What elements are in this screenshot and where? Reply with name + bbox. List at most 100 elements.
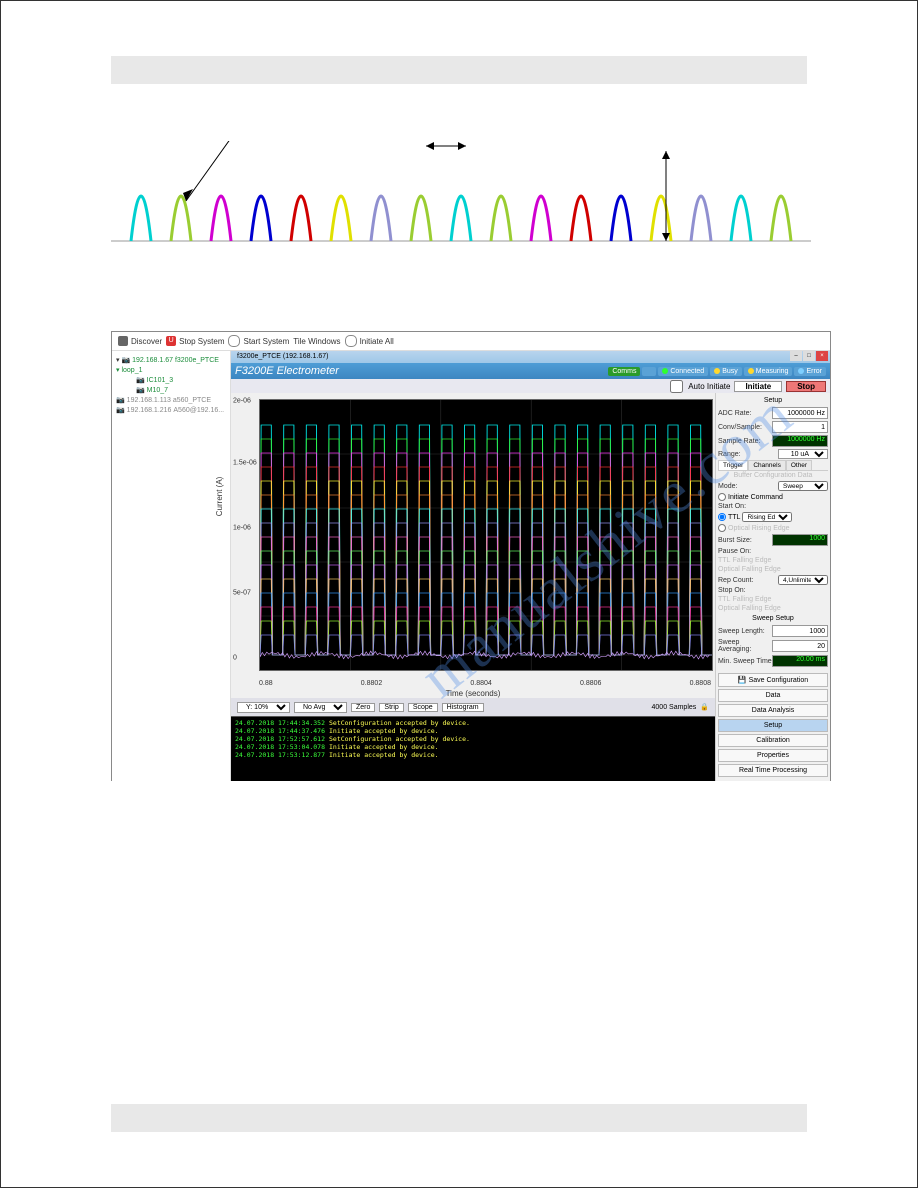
action-row: Auto Initiate Initiate Stop — [231, 379, 830, 393]
start-system-button[interactable]: Start System — [228, 335, 289, 347]
tree-child-2[interactable]: 📷 M10_7 — [116, 385, 226, 395]
strip-button[interactable]: Strip — [379, 703, 403, 712]
burst-size-display: 1000 — [772, 534, 828, 546]
plot-controls: Y: 10% No Avg Zero Strip Scope Histogram… — [231, 698, 715, 716]
window-titlebar: f3200e_PTCE (192.168.1.67) – □ × — [231, 351, 830, 363]
rep-count-select[interactable]: 4,Unlimited — [778, 575, 828, 585]
calibration-button[interactable]: Calibration — [718, 734, 828, 747]
scope-plot[interactable] — [259, 399, 713, 671]
maximize-button[interactable]: □ — [803, 351, 815, 361]
app-header: F3200E Electrometer Comms Connected Busy… — [231, 363, 830, 379]
y-tick: 2e-06 — [233, 398, 251, 405]
app-title: F3200E Electrometer — [235, 365, 339, 377]
y-axis-label: Current (A) — [215, 476, 224, 516]
sweep-setup-title: Sweep Setup — [718, 613, 828, 624]
y-tick: 1.5e-06 — [233, 460, 257, 467]
tree-other-2[interactable]: 📷 192.168.1.216 A560@192.16... — [116, 405, 226, 415]
avg-select[interactable]: No Avg — [294, 702, 347, 713]
app-screenshot: Discover U Stop System Start System Tile… — [111, 331, 831, 781]
conv-sample-input[interactable] — [772, 421, 828, 433]
x-tick: 0.8802 — [361, 680, 382, 687]
waveform-svg — [260, 400, 712, 670]
binoculars-icon — [118, 336, 128, 346]
sample-rate-display: 1000000 Hz — [772, 435, 828, 447]
start-icon — [228, 335, 240, 347]
setup-button[interactable]: Setup — [718, 719, 828, 732]
min-sweep-display: 20.00 ms — [772, 655, 828, 667]
tree-root[interactable]: ▾ 📷 192.168.1.67 f3200e_PTCE — [116, 355, 226, 365]
start-optical-radio[interactable]: OpticalRising Edge — [718, 523, 828, 533]
measuring-status: Measuring — [744, 367, 793, 376]
y-scale-select[interactable]: Y: 10% — [237, 702, 290, 713]
start-ttl-radio[interactable]: TTLRising Edge — [718, 511, 828, 523]
status-dot-icon — [714, 368, 720, 374]
config-panel: Setup ADC Rate: Conv/Sample: Sample Rate… — [715, 393, 830, 781]
y-tick: 1e-06 — [233, 525, 251, 532]
log-panel[interactable]: 24.07.2018 17:44:34.352SetConfiguration … — [231, 716, 715, 781]
config-buttons: 💾 Save Configuration Data Data Analysis … — [718, 673, 828, 779]
window-title: f3200e_PTCE (192.168.1.67) — [237, 351, 328, 363]
y-tick: 5e-07 — [233, 590, 251, 597]
sweep-length-input[interactable] — [772, 625, 828, 637]
stop-button[interactable]: Stop — [786, 381, 826, 392]
mode-select[interactable]: Sweep — [778, 481, 828, 491]
scope-button[interactable]: Scope — [408, 703, 438, 712]
x-tick: 0.8804 — [470, 680, 491, 687]
body-row: Current (A) 2e-06 1.5e-06 1e-06 5e-07 0 — [231, 393, 830, 781]
status-pills: Comms Connected Busy Measuring Error — [608, 367, 826, 376]
properties-button[interactable]: Properties — [718, 749, 828, 762]
setup-title: Setup — [718, 395, 828, 406]
comms-status: Comms — [608, 367, 640, 376]
tab-other[interactable]: Other — [786, 460, 812, 470]
tree-child-1[interactable]: 📷 IC101_3 — [116, 375, 226, 385]
y-tick: 0 — [233, 655, 237, 662]
device-tree: ▾ 📷 192.168.1.67 f3200e_PTCE ▾ loop_1 📷 … — [112, 351, 231, 781]
tree-other-1[interactable]: 📷 192.168.1.113 a560_PTCE — [116, 395, 226, 405]
initiate-icon — [345, 335, 357, 347]
x-tick: 0.88 — [259, 680, 273, 687]
main-area: ▾ 📷 192.168.1.67 f3200e_PTCE ▾ loop_1 📷 … — [112, 351, 830, 781]
data-analysis-button[interactable]: Data Analysis — [718, 704, 828, 717]
stop-system-button[interactable]: U Stop System — [166, 336, 224, 346]
status-dot-icon — [662, 368, 668, 374]
minimize-button[interactable]: – — [790, 351, 802, 361]
app-toolbar: Discover U Stop System Start System Tile… — [112, 332, 830, 351]
device-window: f3200e_PTCE (192.168.1.67) – □ × F3200E … — [231, 351, 830, 781]
start-ttl-edge[interactable]: Rising Edge — [742, 512, 792, 522]
page-header-bar — [111, 56, 807, 84]
initiate-all-button[interactable]: Initiate All — [345, 335, 394, 347]
lock-icon[interactable]: 🔒 — [700, 703, 709, 711]
document-page: Discover U Stop System Start System Tile… — [0, 0, 918, 1188]
zero-button[interactable]: Zero — [351, 703, 375, 712]
discover-button[interactable]: Discover — [118, 336, 162, 346]
spacer-pill — [642, 367, 656, 376]
config-tabs: Trigger Channels Other — [718, 460, 828, 471]
sweep-avg-input[interactable] — [772, 640, 828, 652]
save-config-button[interactable]: 💾 Save Configuration — [718, 673, 828, 687]
plot-area: Current (A) 2e-06 1.5e-06 1e-06 5e-07 0 — [231, 393, 715, 678]
x-axis-label: Time (seconds) — [231, 687, 715, 698]
tile-windows-button[interactable]: Tile Windows — [293, 337, 340, 346]
status-dot-icon — [798, 368, 804, 374]
peaks-diagram — [106, 141, 816, 271]
busy-status: Busy — [710, 367, 742, 376]
initiate-cmd-radio[interactable]: Initiate Command — [718, 492, 828, 502]
tab-channels[interactable]: Channels — [748, 460, 785, 470]
realtime-button[interactable]: Real Time Processing — [718, 764, 828, 777]
tree-loop[interactable]: ▾ loop_1 — [116, 365, 226, 375]
close-button[interactable]: × — [816, 351, 828, 361]
tab-trigger[interactable]: Trigger — [718, 460, 748, 470]
data-button[interactable]: Data — [718, 689, 828, 702]
x-ticks: 0.88 0.8802 0.8804 0.8806 0.8808 — [231, 678, 715, 687]
initiate-button[interactable]: Initiate — [734, 381, 782, 392]
range-select[interactable]: 10 uA — [778, 449, 828, 459]
buffer-link[interactable]: Buffer Configuration Data — [734, 472, 813, 479]
x-tick: 0.8806 — [580, 680, 601, 687]
adc-rate-input[interactable] — [772, 407, 828, 419]
histogram-button[interactable]: Histogram — [442, 703, 484, 712]
stop-icon: U — [166, 336, 176, 346]
connected-status: Connected — [658, 367, 708, 376]
x-tick: 0.8808 — [690, 680, 711, 687]
status-dot-icon — [748, 368, 754, 374]
plot-column: Current (A) 2e-06 1.5e-06 1e-06 5e-07 0 — [231, 393, 715, 781]
